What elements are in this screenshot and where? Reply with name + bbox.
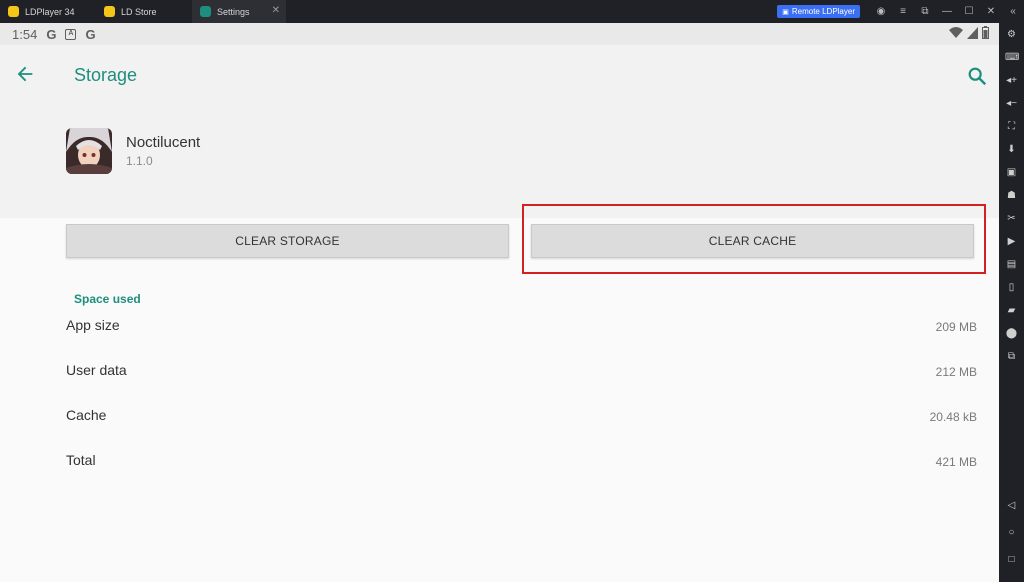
restore-icon[interactable]: ⧉	[914, 6, 936, 17]
status-bar: 1:54 G A G	[0, 23, 999, 45]
signal-icon	[967, 26, 978, 39]
multi-instance-icon[interactable]: ⧉	[1005, 350, 1018, 363]
install-apk-icon[interactable]: ⬇	[1005, 143, 1018, 156]
title-bar: LDPlayer 34 LD Store Settings ✕ ▣ Remote…	[0, 0, 1024, 23]
shake-icon[interactable]: ▯	[1005, 281, 1018, 294]
app-size-value: 209 MB	[935, 320, 977, 334]
collapse-sidebar-icon[interactable]: «	[1002, 6, 1024, 17]
cache-label: Cache	[66, 407, 107, 423]
status-time: 1:54	[12, 26, 38, 42]
volume-down-icon[interactable]: ◂−	[1005, 97, 1018, 110]
remote-label: Remote LDPlayer	[791, 7, 855, 16]
app-version: 1.1.0	[126, 154, 153, 168]
android-screen: 1:54 G A G Storage Noctilucent 1.1.0 CLE…	[0, 23, 999, 582]
account-icon[interactable]: ◉	[870, 6, 892, 17]
screenshot-icon[interactable]: ⛶	[1005, 120, 1018, 133]
remote-icon: ▣	[782, 8, 789, 16]
volume-up-icon[interactable]: ◂+	[1005, 74, 1018, 87]
tab-label: Settings	[217, 6, 250, 17]
settings-icon[interactable]: ⚙	[1005, 28, 1018, 41]
nav-home-icon[interactable]: ○	[1005, 526, 1018, 539]
remote-ldplayer-button[interactable]: ▣ Remote LDPlayer	[777, 5, 860, 18]
nav-back-icon[interactable]: ◁	[1005, 499, 1018, 512]
app-header: Storage Noctilucent 1.1.0	[0, 45, 999, 218]
settings-gear-icon	[200, 6, 211, 17]
status-icons	[949, 26, 989, 39]
menu-icon[interactable]: ≡	[892, 6, 914, 17]
tab-ldplayer[interactable]: LDPlayer 34	[0, 0, 96, 23]
user-data-value: 212 MB	[935, 365, 977, 379]
space-used-title: Space used	[74, 292, 141, 306]
app-name: Noctilucent	[126, 134, 201, 151]
app-size-label: App size	[66, 317, 120, 333]
tab-label: LDPlayer 34	[25, 6, 75, 17]
record-icon[interactable]: ▣	[1005, 166, 1018, 179]
ld-store-icon	[104, 6, 115, 17]
wifi-icon	[949, 26, 963, 38]
google-notification-icon-2: G	[85, 26, 96, 42]
tab-ld-store[interactable]: LD Store	[96, 0, 192, 23]
tab-settings[interactable]: Settings ✕	[192, 0, 286, 23]
total-value: 421 MB	[935, 455, 977, 469]
highlight-box	[522, 204, 986, 274]
location-icon[interactable]: ⬤	[1005, 327, 1018, 340]
back-arrow-icon[interactable]	[14, 63, 36, 85]
tab-label: LD Store	[121, 6, 157, 17]
maximize-icon[interactable]: ☐	[958, 6, 980, 17]
document-icon[interactable]: ▤	[1005, 258, 1018, 271]
app-icon	[66, 128, 112, 174]
total-label: Total	[66, 452, 96, 468]
video-icon[interactable]: ▶	[1005, 235, 1018, 248]
nav-recents-icon[interactable]: □	[1005, 553, 1018, 566]
close-icon[interactable]: ✕	[272, 5, 280, 17]
folder-icon[interactable]: ▰	[1005, 304, 1018, 317]
google-notification-icon: G	[46, 26, 57, 42]
minimize-icon[interactable]: —	[936, 6, 958, 17]
emulator-toolbar: ⚙ ⌨ ◂+ ◂− ⛶ ⬇ ▣ ☗ ✂ ▶ ▤ ▯ ▰ ⬤ ⧉ ◁ ○ □	[999, 23, 1024, 582]
cache-value: 20.48 kB	[929, 410, 977, 424]
ldplayer-icon	[8, 6, 19, 17]
app-notification-icon: A	[65, 28, 77, 40]
search-icon[interactable]	[966, 65, 988, 87]
user-data-label: User data	[66, 362, 127, 378]
robot-icon[interactable]: ☗	[1005, 189, 1018, 202]
close-window-icon[interactable]: ✕	[980, 6, 1002, 17]
clear-storage-button[interactable]: CLEAR STORAGE	[66, 224, 509, 258]
scissors-icon[interactable]: ✂	[1005, 212, 1018, 225]
keyboard-icon[interactable]: ⌨	[1005, 51, 1019, 64]
page-title: Storage	[74, 65, 138, 85]
battery-icon	[982, 26, 989, 39]
